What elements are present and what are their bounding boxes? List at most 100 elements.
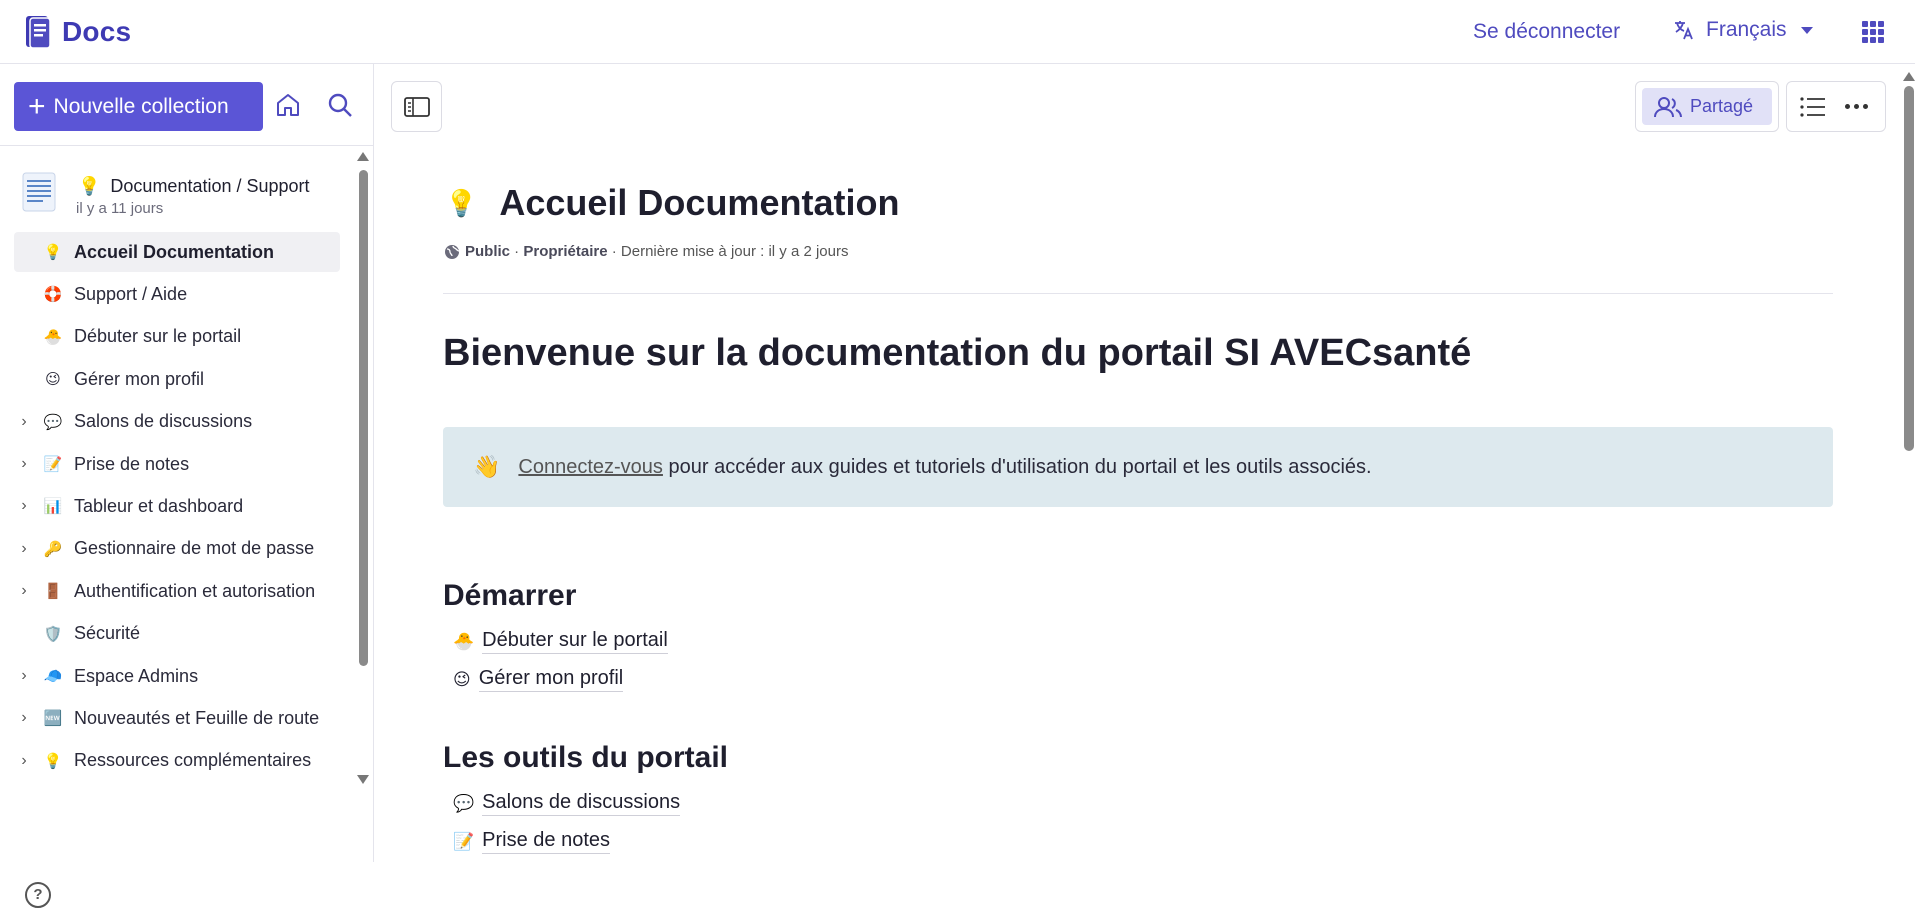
language-selector[interactable]: Français <box>1672 18 1813 42</box>
chevron-right-icon[interactable]: › <box>14 455 34 473</box>
help-icon[interactable]: ? <box>25 882 51 908</box>
search-icon[interactable] <box>326 91 354 119</box>
item-emoji-icon: 💬 <box>43 413 63 431</box>
new-collection-button[interactable]: + Nouvelle collection <box>14 82 263 131</box>
link-emoji-icon: 🐣 <box>453 631 475 651</box>
section-heading[interactable]: Les outils du portail <box>443 741 728 775</box>
collection-title-text: Documentation / Support <box>110 176 310 196</box>
chevron-right-icon[interactable]: › <box>14 709 34 727</box>
collection-header[interactable]: 💡 Documentation / Support il y a 11 jours <box>22 172 310 217</box>
sidebar-item[interactable]: › 💬 Salons de discussions <box>14 402 340 442</box>
item-emoji-icon: 📊 <box>43 498 63 516</box>
link-emoji-icon: 📝 <box>453 831 475 851</box>
language-label: Français <box>1706 18 1787 41</box>
scroll-down-icon[interactable] <box>357 775 369 784</box>
chevron-right-icon[interactable]: › <box>14 497 34 515</box>
toggle-sidebar-button[interactable] <box>391 81 442 132</box>
sidebar-item[interactable]: › 💡 Ressources complémentaires <box>14 741 340 781</box>
section-heading[interactable]: Démarrer <box>443 579 576 613</box>
sidebar-item[interactable]: › 🆕 Nouveautés et Feuille de route <box>14 698 340 738</box>
item-emoji-icon: 🆕 <box>43 710 63 728</box>
share-group: Partagé <box>1635 81 1779 132</box>
sidebar-item[interactable]: 🛟 Support / Aide <box>14 274 340 314</box>
document-link-label: Salons de discussions <box>482 791 681 816</box>
plus-icon: + <box>28 89 46 123</box>
waving-hand-icon: 👋 <box>473 454 501 479</box>
last-updated: Dernière mise à jour : il y a 2 jours <box>620 243 849 260</box>
item-emoji-icon: 💡 <box>43 244 63 261</box>
sidebar-item-label: Ressources complémentaires <box>74 750 312 771</box>
chevron-right-icon[interactable]: › <box>14 582 34 600</box>
document-icon <box>22 172 56 212</box>
logout-link[interactable]: Se déconnecter <box>1473 20 1620 44</box>
meta-separator: · <box>607 243 621 260</box>
chevron-right-icon[interactable]: › <box>14 752 34 770</box>
sidebar-item-label: Espace Admins <box>74 665 199 686</box>
callout-body: pour accéder aux guides et tutoriels d'u… <box>662 455 1372 478</box>
document-heading[interactable]: Bienvenue sur la documentation du portai… <box>443 332 1471 375</box>
item-emoji-icon: 🚪 <box>43 583 63 601</box>
meta-separator: · <box>510 243 524 260</box>
sidebar-item[interactable]: › 📝 Prise de notes <box>14 444 340 484</box>
item-emoji-icon: 😉 <box>45 371 61 389</box>
sidebar-item-label: Authentification et autorisation <box>74 580 316 601</box>
users-icon <box>1654 96 1682 117</box>
more-options-icon[interactable] <box>1845 104 1868 109</box>
item-emoji-icon: 📝 <box>43 456 63 473</box>
sidebar-item[interactable]: 💡 Accueil Documentation <box>14 232 340 272</box>
role-label: Propriétaire <box>523 243 608 260</box>
share-button[interactable]: Partagé <box>1642 88 1772 125</box>
document-link-label: Prise de notes <box>482 829 611 854</box>
sidebar-panel-icon <box>403 96 430 117</box>
sidebar-item[interactable]: › 📊 Tableur et dashboard <box>14 486 340 526</box>
top-bar: Docs Se déconnecter Français <box>0 0 1915 64</box>
document-link[interactable]: 💬 Salons de discussions <box>453 791 681 816</box>
document-title[interactable]: 💡 Accueil Documentation <box>445 182 899 224</box>
new-collection-label: Nouvelle collection <box>53 94 229 118</box>
sidebar-item-label: Gérer mon profil <box>74 368 205 389</box>
scroll-up-icon[interactable] <box>357 152 369 161</box>
sidebar-item[interactable]: 🛡️ Sécurité <box>14 614 340 654</box>
login-link[interactable]: Connectez-vous <box>518 456 663 478</box>
lightbulb-icon: 💡 <box>78 176 101 196</box>
document-link[interactable]: 🐣 Débuter sur le portail <box>453 629 668 654</box>
item-emoji-icon: 🧢 <box>43 668 63 685</box>
share-label: Partagé <box>1690 96 1754 116</box>
app-logo[interactable]: Docs <box>24 14 131 50</box>
scroll-up-icon[interactable] <box>1903 72 1915 81</box>
main-content: Partagé 💡 Accueil Documentation Public ·… <box>375 64 1915 862</box>
translate-icon <box>1675 21 1693 40</box>
chevron-down-icon <box>1800 26 1813 34</box>
sidebar-item[interactable]: 😉 Gérer mon profil <box>14 359 340 399</box>
link-emoji-icon: 😉 <box>453 669 471 689</box>
sidebar-item-label: Salons de discussions <box>74 411 253 432</box>
chevron-right-icon[interactable]: › <box>14 667 34 685</box>
item-emoji-icon: 🛟 <box>43 286 63 304</box>
docs-logo-icon <box>26 16 51 49</box>
sidebar-scroll-thumb[interactable] <box>359 170 368 666</box>
divider <box>443 293 1833 294</box>
sidebar-item[interactable]: › 🔑 Gestionnaire de mot de passe <box>14 529 340 569</box>
divider <box>0 145 373 146</box>
main-scroll-thumb[interactable] <box>1904 86 1914 451</box>
chevron-right-icon[interactable]: › <box>14 413 34 431</box>
sidebar-item-label: Accueil Documentation <box>74 241 275 262</box>
sidebar-item[interactable]: › 🧢 Espace Admins <box>14 656 340 696</box>
item-emoji-icon: 🛡️ <box>43 625 63 643</box>
list-icon[interactable] <box>1799 96 1827 118</box>
visibility-label[interactable]: Public <box>465 243 510 260</box>
document-link[interactable]: 📝 Prise de notes <box>453 829 611 854</box>
apps-grid-icon[interactable] <box>1862 21 1884 43</box>
sidebar-item-label: Sécurité <box>74 623 141 644</box>
lightbulb-icon: 💡 <box>445 187 478 218</box>
sidebar-item-label: Support / Aide <box>74 283 188 304</box>
chevron-right-icon[interactable]: › <box>14 540 34 558</box>
document-link-label: Débuter sur le portail <box>482 629 668 654</box>
home-icon[interactable] <box>274 91 302 119</box>
sidebar-item[interactable]: › 🚪 Authentification et autorisation <box>14 571 340 611</box>
sidebar-item[interactable]: 🐣 Débuter sur le portail <box>14 317 340 357</box>
link-emoji-icon: 💬 <box>453 793 475 813</box>
document-link[interactable]: 😉 Gérer mon profil <box>453 667 624 692</box>
callout-text: Connectez-vous pour accéder aux guides e… <box>518 456 1371 479</box>
document-title-text[interactable]: Accueil Documentation <box>499 182 899 224</box>
